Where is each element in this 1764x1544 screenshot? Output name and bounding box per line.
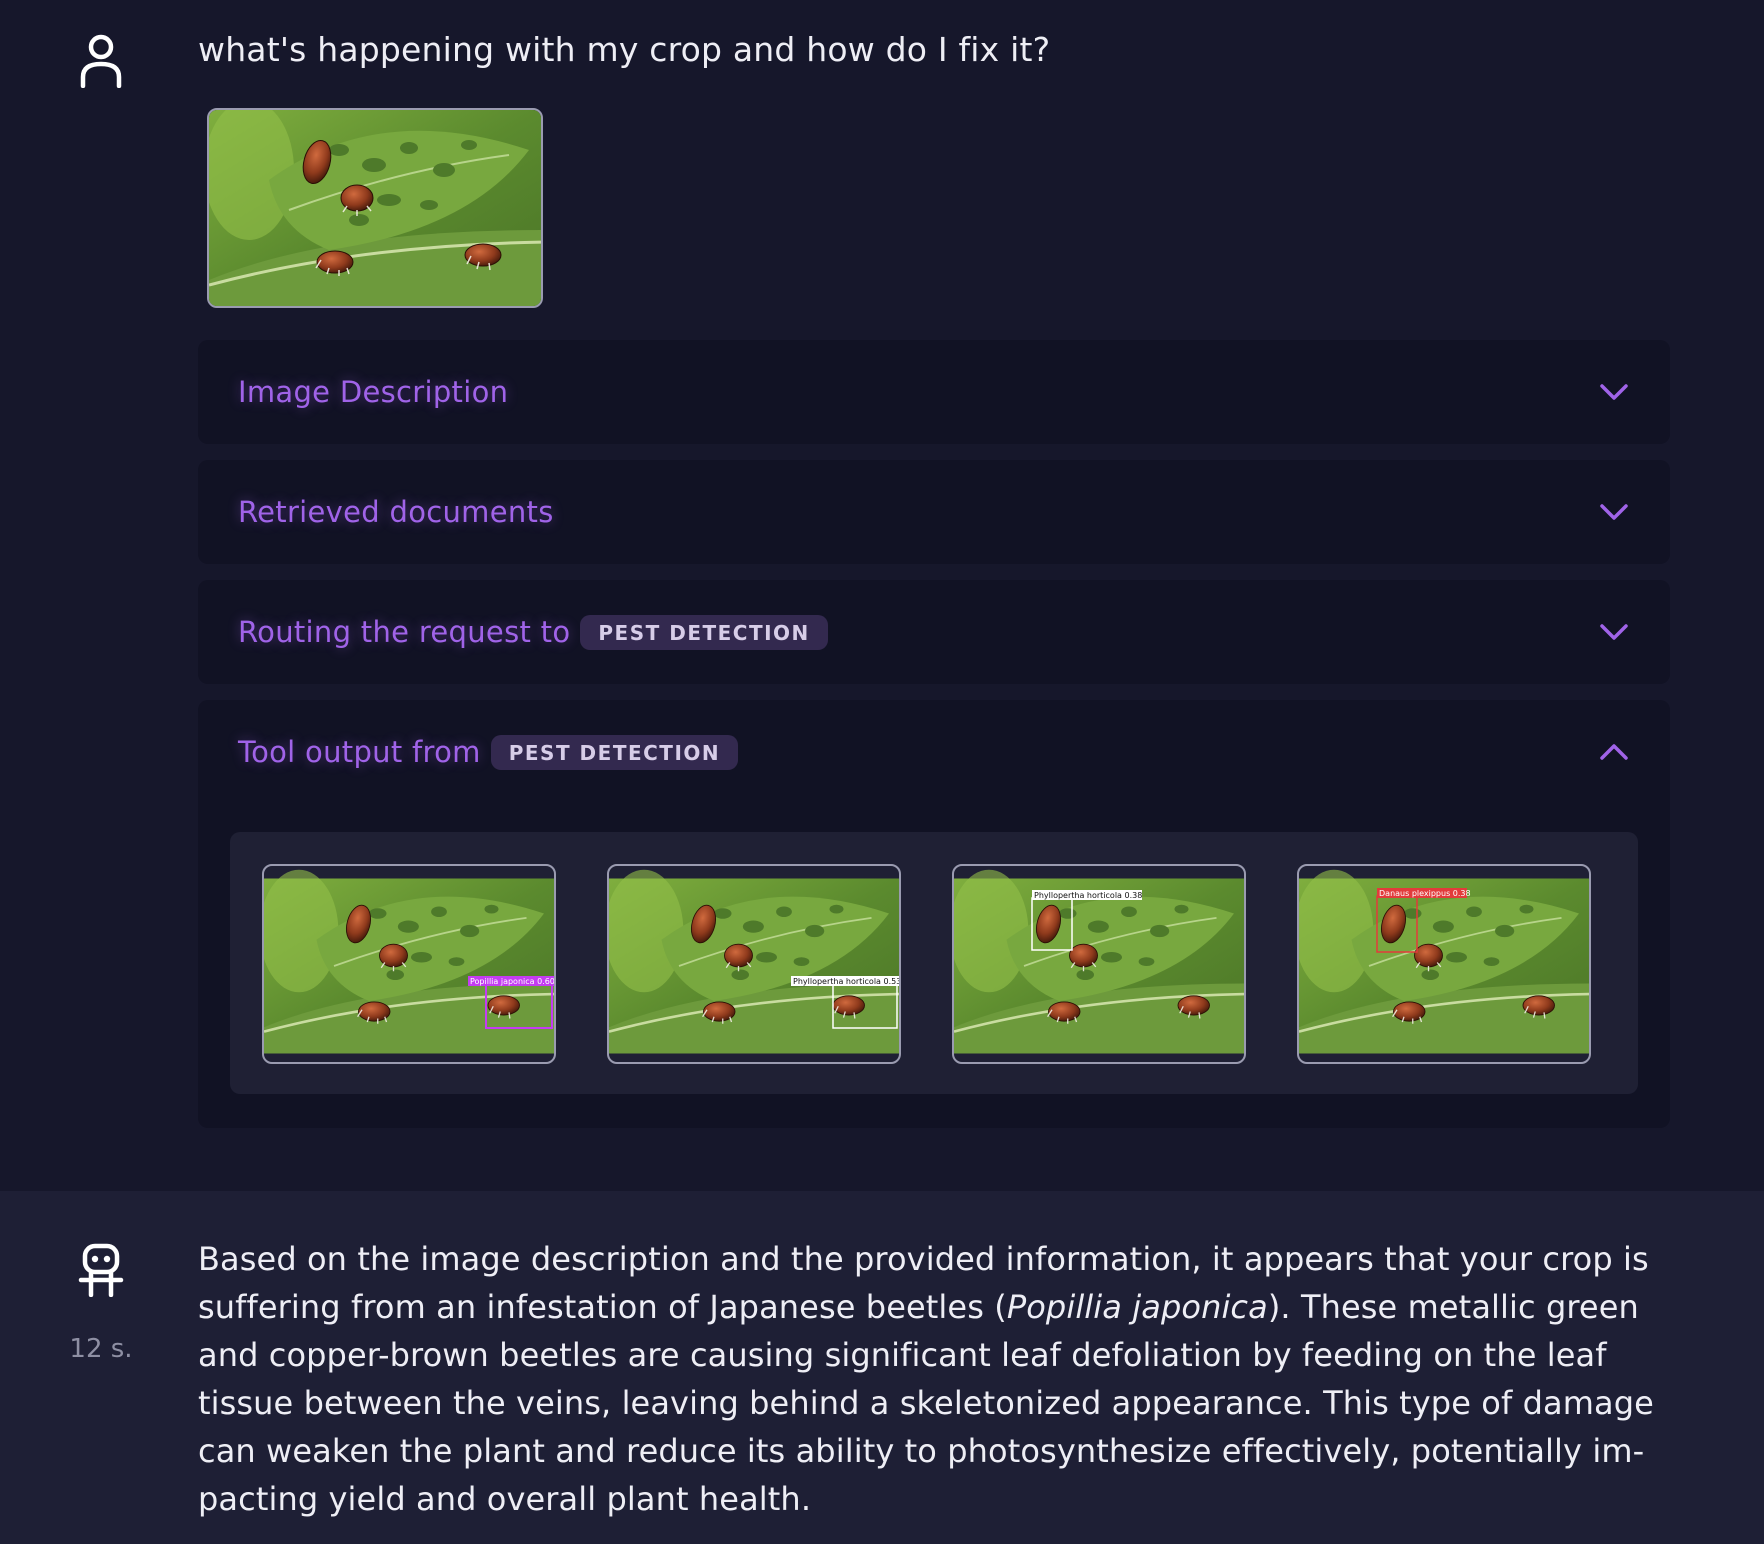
detection-label: Phyllopertha horticola 0.38 (1034, 891, 1142, 900)
routing-panel[interactable]: Routing the request to PEST DETECTION (198, 580, 1670, 684)
image-description-panel[interactable]: Image Description (198, 340, 1670, 444)
panel-header[interactable]: Retrieved documents (238, 460, 1630, 564)
assistant-message-text: Based on the image description and the p… (198, 1235, 1676, 1523)
panel-title: Retrieved documents (238, 495, 554, 529)
detection-image[interactable]: Phyllopertha horticola 0.53 (607, 864, 901, 1064)
chevron-up-icon[interactable] (1598, 736, 1630, 768)
user-icon (78, 34, 124, 88)
species-name: Popillia japonica (1006, 1288, 1268, 1326)
panel-header[interactable]: Tool output from PEST DETECTION (238, 700, 1630, 804)
detection-label: Phyllopertha horticola 0.53 (793, 977, 901, 986)
uploaded-crop-image[interactable] (207, 108, 543, 308)
detection-image[interactable]: Danaus plexippus 0.38 (1297, 864, 1591, 1064)
chevron-down-icon[interactable] (1598, 496, 1630, 528)
panel-title: Image Description (238, 375, 509, 409)
panel-header[interactable]: Routing the request to PEST DETECTION (238, 580, 1630, 684)
tool-tag: PEST DETECTION (580, 614, 828, 650)
panel-title: Tool output from (238, 735, 481, 769)
chevron-down-icon[interactable] (1598, 376, 1630, 408)
tool-output-panel[interactable]: Tool output from PEST DETECTION Popillia… (198, 700, 1670, 1128)
retrieved-documents-panel[interactable]: Retrieved documents (198, 460, 1670, 564)
response-time: 12 s. (69, 1334, 133, 1364)
detection-label: Popillia japonica 0.60 (470, 977, 555, 986)
tool-output-gallery: Popillia japonica 0.60 Phyllopertha hort… (230, 832, 1638, 1094)
detection-label: Danaus plexippus 0.38 (1379, 889, 1471, 898)
robot-icon (78, 1243, 124, 1297)
user-message-text: what's happening with my crop and how do… (198, 30, 1051, 69)
detection-image[interactable]: Phyllopertha horticola 0.38 (952, 864, 1246, 1064)
detection-image[interactable]: Popillia japonica 0.60 (262, 864, 556, 1064)
panel-header[interactable]: Image Description (238, 340, 1630, 444)
user-message-section: what's happening with my crop and how do… (0, 0, 1764, 1191)
tool-tag: PEST DETECTION (490, 734, 739, 770)
chevron-down-icon[interactable] (1598, 616, 1630, 648)
panel-title: Routing the request to (238, 615, 571, 649)
